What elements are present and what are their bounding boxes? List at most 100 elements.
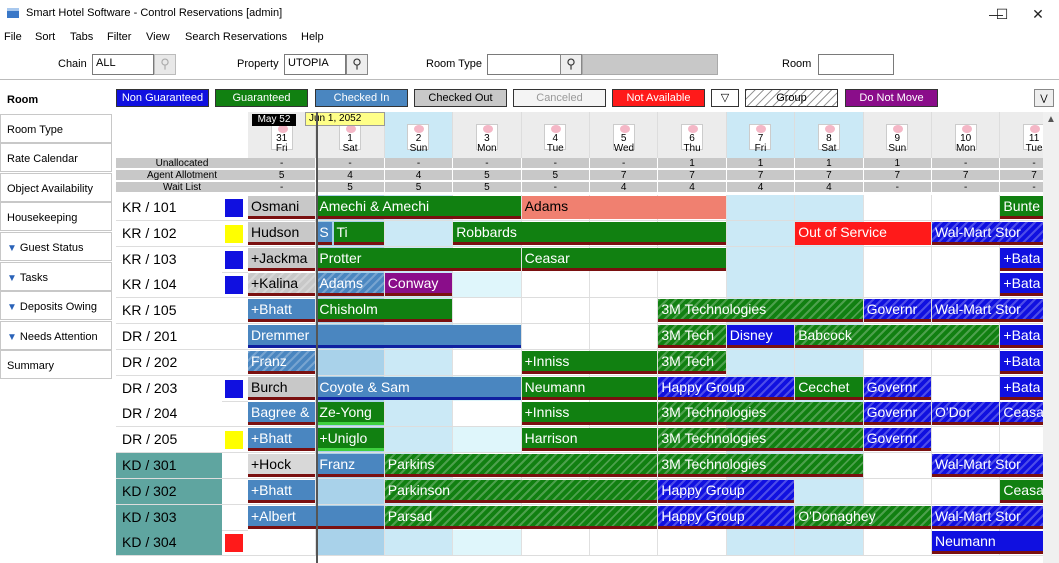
reservation-block[interactable]: Amechi & Amechi [316,196,521,219]
reservation-block[interactable]: Bagree & [248,402,316,426]
reservation-block[interactable]: Parkinson [384,479,658,503]
date-header[interactable]: 3 Mon [453,112,522,158]
day-cell[interactable] [453,298,522,324]
day-cell[interactable] [521,530,590,556]
date-header[interactable]: 8 Sat [795,112,864,158]
legend-not-available[interactable]: Not Available [612,89,705,107]
reservation-block[interactable]: Neumann [521,376,658,400]
reservation-block[interactable]: Disney [726,325,795,348]
reservation-block[interactable]: Chisholm [316,299,453,323]
room-type-search-icon[interactable]: ⚲ [560,54,582,75]
menu-search-reservations[interactable]: Search Reservations [185,31,287,43]
day-cell[interactable] [726,272,796,298]
reservation-block[interactable]: +Bata [1000,273,1043,297]
date-header[interactable]: 4 Tue [521,112,590,158]
reservation-block[interactable]: Protter [316,247,521,271]
day-cell[interactable] [590,272,659,298]
room-label[interactable]: KR / 103 [116,246,222,272]
reservation-block[interactable]: +Bhatt [248,299,316,323]
day-cell[interactable] [453,427,522,453]
day-cell[interactable] [932,195,1001,220]
day-cell[interactable] [932,272,1001,298]
nav-item-rate-calendar[interactable]: Rate Calendar [0,143,112,173]
day-cell[interactable] [453,349,522,375]
legend-guaranteed[interactable]: Guaranteed [215,89,308,107]
reservation-block[interactable]: Ze-Yong [316,402,384,426]
nav-item-guest-status[interactable]: ▼ Guest Status [0,232,112,261]
room-label[interactable]: KR / 102 [116,220,222,246]
menu-help[interactable]: Help [301,31,324,43]
room-label[interactable]: KD / 304 [116,530,222,556]
chain-search-icon[interactable]: ⚲ [154,54,176,75]
room-label[interactable]: DR / 204 [116,401,222,427]
day-cell[interactable] [726,220,796,246]
reservation-block[interactable]: Ti [333,221,384,245]
nav-item-needs-attention[interactable]: ▼ Needs Attention [0,320,112,350]
reservation-block[interactable]: Happy Group [658,479,795,503]
menu-file[interactable]: File [4,31,22,43]
day-cell[interactable] [316,530,385,556]
reservation-block[interactable]: Robbards [453,221,726,245]
day-cell[interactable] [863,530,932,556]
reservation-block[interactable]: Wal-Mart Stor [932,299,1043,323]
date-header[interactable]: 5 Wed [590,112,659,158]
reservation-block[interactable]: Coyote & Sam [316,376,521,400]
reservation-block[interactable]: +Bata [1000,325,1043,348]
legend-group[interactable]: Group [745,89,838,107]
reservation-block[interactable]: Governr [863,376,931,400]
day-cell[interactable] [795,195,864,220]
day-cell[interactable] [590,530,659,556]
day-cell[interactable] [863,453,932,478]
property-search-icon[interactable]: ⚲ [346,54,368,75]
day-cell[interactable] [795,246,864,272]
day-cell[interactable] [590,324,659,349]
legend-checked-in[interactable]: Checked In [315,89,408,107]
reservation-block[interactable]: Bunte [1000,196,1043,219]
property-input[interactable]: UTOPIA [284,54,346,75]
reservation-block[interactable]: 3M Technologies [658,428,863,452]
room-label[interactable]: DR / 203 [116,375,222,401]
nav-item-object-availability[interactable]: Object Availability [0,172,112,202]
day-cell[interactable] [932,349,1001,375]
day-cell[interactable] [590,298,659,324]
reservation-block[interactable]: +Inniss [521,350,658,374]
close-button[interactable]: ✕ [1025,2,1051,26]
room-label[interactable]: DR / 202 [116,349,222,375]
reservation-block[interactable]: Hudson [248,221,316,245]
room-label[interactable]: KR / 101 [116,195,222,220]
day-cell[interactable] [795,530,864,556]
nav-item-tasks[interactable]: ▼ Tasks [0,261,112,291]
reservation-block[interactable]: Wal-Mart Stor [932,505,1043,529]
filter-funnel-icon[interactable]: ▽ [711,89,739,107]
day-cell[interactable] [521,298,590,324]
reservation-block[interactable]: 3M Technologies [658,299,863,323]
vertical-scrollbar[interactable]: ▲ [1043,112,1059,563]
room-label[interactable]: KD / 302 [116,478,222,504]
legend-non-guaranteed[interactable]: Non Guaranteed [116,89,209,107]
reservation-block[interactable]: 3M Tech [658,350,726,374]
reservation-block[interactable]: 3M Tech [658,325,726,348]
room-label[interactable]: KD / 301 [116,453,222,478]
reservation-block[interactable]: Franz [316,454,384,477]
scroll-up-icon[interactable]: ▲ [1043,112,1059,128]
day-cell[interactable] [795,349,864,375]
date-header[interactable]: 2 Sun [384,112,454,158]
reservation-block[interactable]: Out of Service [795,221,931,245]
reservation-block[interactable]: Parsad [384,505,658,529]
reservation-block[interactable]: Governr [863,402,931,426]
reservation-block[interactable]: +Bhatt [248,428,316,452]
day-cell[interactable] [932,478,1001,504]
reservation-block[interactable]: +Bata [1000,376,1043,400]
day-cell[interactable] [521,272,590,298]
day-cell[interactable] [384,349,454,375]
reservation-block[interactable]: Ceasa [1000,479,1043,503]
maximize-button[interactable]: ☐ [990,2,1014,26]
day-cell[interactable] [932,246,1001,272]
reservation-block[interactable]: Dremmer [248,325,521,348]
reservation-block[interactable]: +Kalina [248,273,316,297]
day-cell[interactable] [863,195,932,220]
day-cell[interactable] [932,427,1001,453]
nav-item-housekeeping[interactable]: Housekeeping [0,202,112,232]
day-cell[interactable] [726,349,796,375]
room-label[interactable]: KR / 104 [116,272,222,298]
